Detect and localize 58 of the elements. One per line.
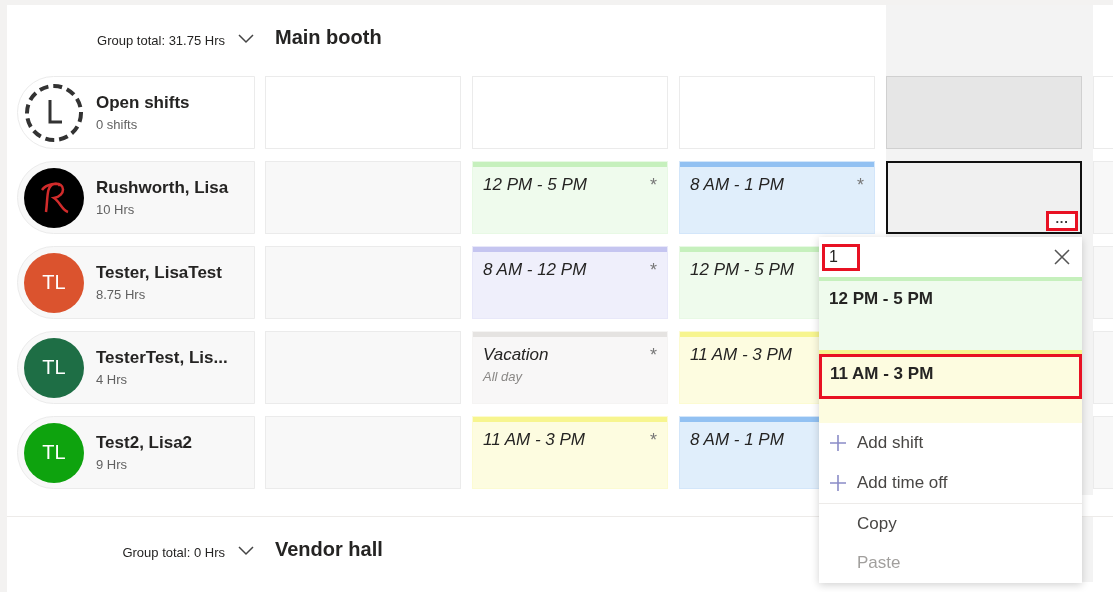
shift-card[interactable]: 8 AM - 1 PM * [679, 161, 875, 234]
highlighted-label: 11 AM - 3 PM [819, 354, 1082, 399]
chevron-icon[interactable] [237, 543, 255, 556]
person-card[interactable]: Rushworth, Lisa 10 Hrs [17, 161, 255, 234]
plus-icon [829, 434, 847, 452]
shift-time: 8 AM - 1 PM [690, 175, 784, 195]
more-button[interactable]: ··· [1046, 211, 1078, 231]
person-name: Open shifts [96, 93, 190, 113]
note-marker: * [650, 260, 657, 281]
group-total: Group total: 31.75 Hrs [97, 33, 225, 48]
menu-item[interactable]: Add time off [819, 463, 1082, 503]
shift-time: Vacation [483, 345, 549, 365]
clock-icon [24, 82, 84, 143]
shift-option[interactable]: 11 AM - 3 PM [819, 350, 1082, 423]
shift-time: 11 AM - 3 PM [690, 345, 793, 365]
hours-total: 4 Hrs [96, 372, 129, 387]
note-marker: * [650, 175, 657, 196]
person-name: TesterTest, Lis... [96, 348, 228, 368]
note-marker: * [857, 175, 864, 196]
shift-subtitle: All day [483, 369, 524, 384]
selected-cell[interactable]: ··· [886, 161, 1082, 234]
search-field[interactable]: 1 [822, 243, 860, 271]
note-marker: * [650, 430, 657, 451]
person-card[interactable]: Open shifts 0 shifts [17, 76, 255, 149]
initials-avatar: TL [24, 252, 84, 313]
shift-time: 11 AM - 3 PM [483, 430, 586, 450]
hours-total: 9 Hrs [96, 457, 129, 472]
close-icon[interactable] [1052, 247, 1072, 267]
person-card[interactable]: TL Test2, Lisa2 9 Hrs [17, 416, 255, 489]
empty-cell[interactable] [886, 76, 1082, 149]
hours-total: 0 shifts [96, 117, 139, 132]
time-off-card[interactable]: Vacation All day * [472, 331, 668, 404]
shift-time: 8 AM - 1 PM [690, 430, 784, 450]
initials-avatar: TL [24, 422, 84, 483]
shift-card[interactable]: 8 AM - 12 PM * [472, 246, 668, 319]
shift-time: 8 AM - 12 PM [483, 260, 587, 280]
group-title: Vendor hall [275, 538, 383, 561]
shift-card[interactable]: 11 AM - 3 PM * [472, 416, 668, 489]
initials-avatar: TL [24, 337, 84, 398]
group-total: Group total: 0 Hrs [122, 545, 225, 560]
shift-time: 12 PM - 5 PM [483, 175, 587, 195]
person-name: Test2, Lisa2 [96, 433, 193, 453]
person-card[interactable]: TL TesterTest, Lis... 4 Hrs [17, 331, 255, 404]
shift-option[interactable]: 12 PM - 5 PM [819, 277, 1082, 350]
monogram-avatar [24, 167, 84, 228]
menu-item[interactable]: Copy [819, 503, 1082, 543]
note-marker: * [650, 345, 657, 367]
hours-total: 8.75 Hrs [96, 287, 147, 302]
person-name: Tester, LisaTest [96, 263, 222, 283]
shift-time: 12 PM - 5 PM [690, 260, 794, 280]
shift-card[interactable]: 12 PM - 5 PM * [472, 161, 668, 234]
group-title: Main booth [275, 26, 382, 49]
chevron-icon[interactable] [237, 31, 255, 44]
hours-total: 10 Hrs [96, 202, 136, 217]
person-name: Rushworth, Lisa [96, 178, 229, 198]
menu-item[interactable]: Add shift [819, 423, 1082, 463]
person-card[interactable]: TL Tester, LisaTest 8.75 Hrs [17, 246, 255, 319]
plus-icon [829, 474, 847, 492]
